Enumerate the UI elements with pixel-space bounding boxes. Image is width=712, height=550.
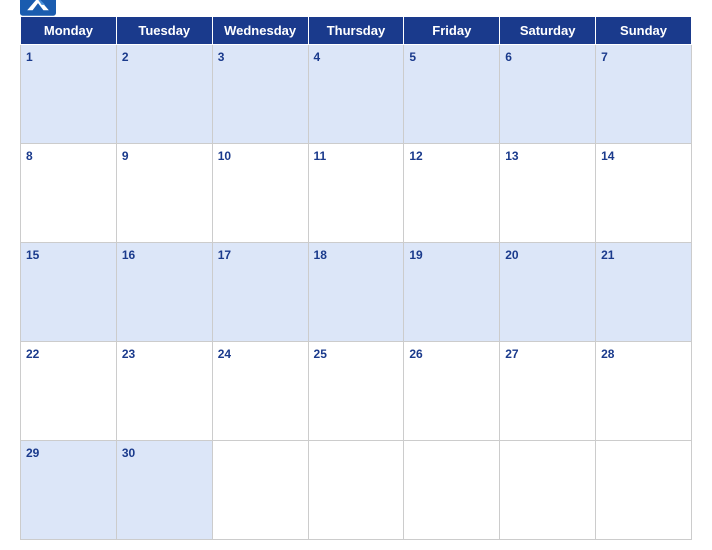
day-number: 28 [601, 347, 614, 361]
day-number: 17 [218, 248, 231, 262]
day-number: 19 [409, 248, 422, 262]
calendar-cell: 30 [116, 441, 212, 540]
day-number: 20 [505, 248, 518, 262]
calendar-cell: 6 [500, 45, 596, 144]
day-number: 21 [601, 248, 614, 262]
day-number: 16 [122, 248, 135, 262]
calendar-cell: 16 [116, 243, 212, 342]
day-number: 29 [26, 446, 39, 460]
calendar-cell: 25 [308, 342, 404, 441]
calendar-cell: 7 [596, 45, 692, 144]
calendar-cell [596, 441, 692, 540]
day-number: 18 [314, 248, 327, 262]
days-header-row: MondayTuesdayWednesdayThursdayFridaySatu… [21, 17, 692, 45]
day-number: 26 [409, 347, 422, 361]
calendar-cell: 10 [212, 144, 308, 243]
calendar-cell: 14 [596, 144, 692, 243]
day-number: 4 [314, 50, 321, 64]
day-number: 10 [218, 149, 231, 163]
calendar-cell: 2 [116, 45, 212, 144]
calendar-cell: 11 [308, 144, 404, 243]
calendar-cell: 1 [21, 45, 117, 144]
day-number: 5 [409, 50, 416, 64]
day-number: 13 [505, 149, 518, 163]
day-number: 12 [409, 149, 422, 163]
calendar-cell: 29 [21, 441, 117, 540]
calendar-cell: 15 [21, 243, 117, 342]
calendar-cell: 12 [404, 144, 500, 243]
calendar-cell: 4 [308, 45, 404, 144]
day-number: 27 [505, 347, 518, 361]
calendar-cell: 20 [500, 243, 596, 342]
day-header-thursday: Thursday [308, 17, 404, 45]
calendar-cell: 18 [308, 243, 404, 342]
day-header-tuesday: Tuesday [116, 17, 212, 45]
day-number: 8 [26, 149, 33, 163]
calendar-cell [308, 441, 404, 540]
calendar-week-row: 29 30 [21, 441, 692, 540]
calendar-cell: 21 [596, 243, 692, 342]
day-number: 30 [122, 446, 135, 460]
day-header-saturday: Saturday [500, 17, 596, 45]
day-number: 9 [122, 149, 129, 163]
day-number: 6 [505, 50, 512, 64]
day-header-sunday: Sunday [596, 17, 692, 45]
calendar-week-row: 1 2 3 4 5 6 7 [21, 45, 692, 144]
calendar-cell: 3 [212, 45, 308, 144]
calendar-cell [500, 441, 596, 540]
calendar-week-row: 22 23 24 25 26 27 28 [21, 342, 692, 441]
calendar-cell: 24 [212, 342, 308, 441]
calendar-cell [404, 441, 500, 540]
general-blue-logo [20, 0, 56, 28]
day-number: 3 [218, 50, 225, 64]
calendar-cell: 13 [500, 144, 596, 243]
calendar-cell [212, 441, 308, 540]
calendar-cell: 17 [212, 243, 308, 342]
calendar-table: MondayTuesdayWednesdayThursdayFridaySatu… [20, 16, 692, 540]
day-number: 22 [26, 347, 39, 361]
day-header-friday: Friday [404, 17, 500, 45]
calendar-cell: 26 [404, 342, 500, 441]
day-number: 2 [122, 50, 129, 64]
calendar-week-row: 15 16 17 18 19 20 21 [21, 243, 692, 342]
calendar-cell: 22 [21, 342, 117, 441]
day-number: 15 [26, 248, 39, 262]
day-number: 23 [122, 347, 135, 361]
day-number: 24 [218, 347, 231, 361]
day-number: 25 [314, 347, 327, 361]
day-number: 14 [601, 149, 614, 163]
calendar-cell: 8 [21, 144, 117, 243]
calendar-cell: 23 [116, 342, 212, 441]
calendar-cell: 28 [596, 342, 692, 441]
day-header-wednesday: Wednesday [212, 17, 308, 45]
day-number: 7 [601, 50, 608, 64]
calendar-cell: 5 [404, 45, 500, 144]
calendar-cell: 27 [500, 342, 596, 441]
calendar-week-row: 8 9 10 11 12 13 14 [21, 144, 692, 243]
day-number: 1 [26, 50, 33, 64]
calendar-cell: 9 [116, 144, 212, 243]
day-number: 11 [314, 149, 327, 163]
calendar-cell: 19 [404, 243, 500, 342]
